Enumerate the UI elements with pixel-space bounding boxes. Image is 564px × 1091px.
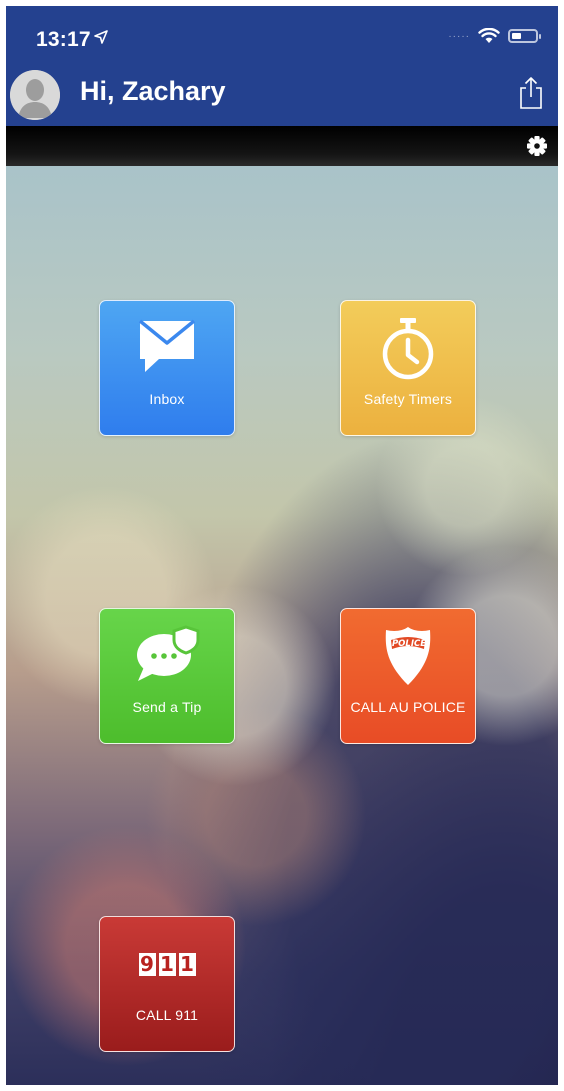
battery-icon <box>508 29 541 43</box>
police-badge-text: POLICE <box>392 639 426 649</box>
911-icon: 9 1 1 <box>100 953 234 976</box>
chat-bubble-shield-icon <box>100 625 234 685</box>
status-indicators: ····· <box>448 28 541 44</box>
avatar[interactable] <box>10 70 60 120</box>
safety-timers-label: Safety Timers <box>363 391 453 407</box>
digit: 1 <box>158 952 176 976</box>
call-911-label: CALL 911 <box>135 1007 199 1023</box>
digit: 9 <box>138 952 156 976</box>
header-bar: 13:17 ····· Hi, Zachary <box>6 6 558 126</box>
digit: 1 <box>178 952 196 976</box>
wifi-icon <box>478 28 500 43</box>
call-au-police-label: CALL AU POLICE <box>350 699 466 715</box>
status-time: 13:17 <box>36 28 91 51</box>
location-arrow-icon <box>94 30 108 44</box>
signal-dots: ····· <box>448 30 470 42</box>
call-911-tile[interactable]: 9 1 1 CALL 911 <box>99 916 235 1052</box>
toolbar <box>6 126 558 166</box>
inbox-label: Inbox <box>149 391 185 407</box>
battery-level <box>512 33 521 39</box>
svg-text:POLICE: POLICE <box>392 639 426 649</box>
app-screen: 13:17 ····· Hi, Zachary Inbox Safety Tim… <box>6 6 558 1085</box>
stopwatch-icon <box>341 317 475 381</box>
send-a-tip-label: Send a Tip <box>132 699 202 715</box>
call-au-police-tile[interactable]: POLICE CALL AU POLICE <box>340 608 476 744</box>
inbox-tile[interactable]: Inbox <box>99 300 235 436</box>
share-icon[interactable] <box>518 76 544 110</box>
greeting-title: Hi, Zachary <box>80 76 226 106</box>
safety-timers-tile[interactable]: Safety Timers <box>340 300 476 436</box>
gear-icon[interactable] <box>526 135 548 157</box>
user-avatar-icon <box>10 70 60 120</box>
send-a-tip-tile[interactable]: Send a Tip <box>99 608 235 744</box>
envelope-icon <box>100 317 234 375</box>
